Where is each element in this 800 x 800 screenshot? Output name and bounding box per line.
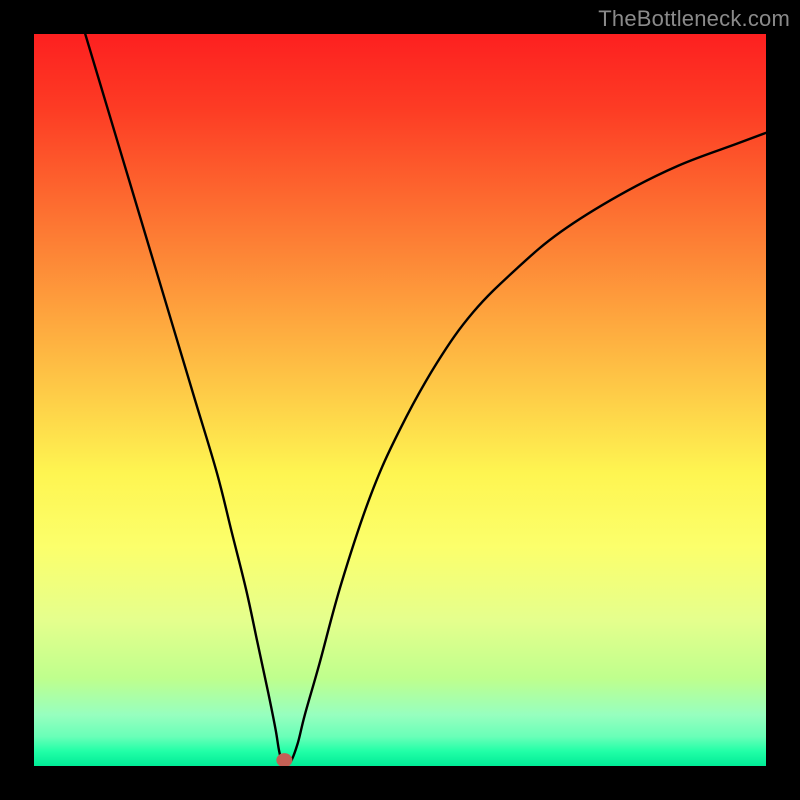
line-series [85,34,766,764]
watermark-text: TheBottleneck.com [598,6,790,32]
marker-dot [276,753,292,766]
chart-frame: TheBottleneck.com [0,0,800,800]
chart-svg [34,34,766,766]
plot-area [34,34,766,766]
